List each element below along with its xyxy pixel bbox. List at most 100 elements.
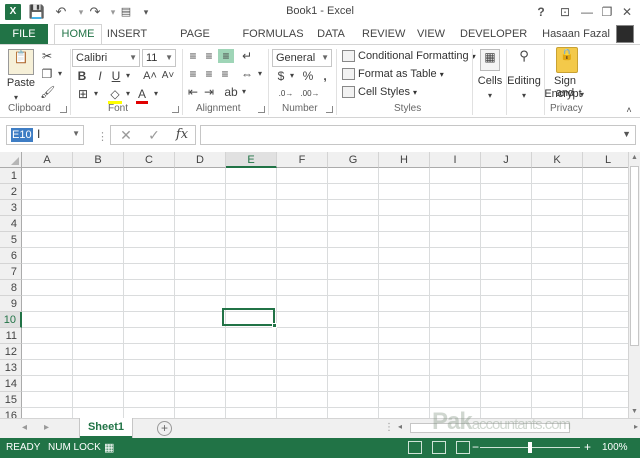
cut-icon[interactable]: ✂ <box>40 49 54 63</box>
row-header-8[interactable]: 8 <box>0 280 22 296</box>
top-align-icon[interactable]: ≡ <box>186 49 200 63</box>
vertical-scroll-thumb[interactable] <box>630 166 639 346</box>
orientation-icon[interactable]: ab <box>224 85 238 99</box>
editing-dropdown-icon[interactable]: ▾ <box>520 89 528 103</box>
zoom-in-button[interactable]: + <box>584 440 591 454</box>
borders-dropdown-icon[interactable]: ▾ <box>92 87 100 101</box>
decrease-decimal-icon[interactable]: .00→ <box>300 87 320 101</box>
column-header-a[interactable]: A <box>22 152 73 168</box>
column-header-i[interactable]: I <box>430 152 481 168</box>
increase-indent-icon[interactable]: ⇥ <box>202 85 216 99</box>
number-format-select[interactable]: General ▼ <box>272 49 332 67</box>
fill-handle[interactable] <box>272 323 277 328</box>
column-header-g[interactable]: G <box>328 152 379 168</box>
minimize-icon[interactable]: — <box>578 3 596 21</box>
scroll-down-icon[interactable]: ▼ <box>629 406 640 418</box>
cells-button[interactable]: Cells <box>476 75 504 87</box>
grow-font-button[interactable]: A˄ <box>142 69 158 83</box>
currency-dropdown-icon[interactable]: ▾ <box>288 69 296 83</box>
zoom-level[interactable]: 100% <box>602 442 628 453</box>
tab-file[interactable]: FILE <box>0 24 48 44</box>
insert-function-icon[interactable]: fx <box>169 126 195 144</box>
comma-button[interactable]: , <box>320 69 330 83</box>
normal-view-icon[interactable] <box>408 441 422 454</box>
scroll-left-icon[interactable]: ◂ <box>398 422 402 431</box>
row-header-1[interactable]: 1 <box>0 168 22 184</box>
currency-button[interactable]: $ <box>276 69 286 83</box>
bold-button[interactable]: B <box>76 69 88 83</box>
avatar[interactable] <box>616 25 634 43</box>
bottom-align-icon[interactable]: ≡ <box>218 49 234 63</box>
row-header-9[interactable]: 9 <box>0 296 22 312</box>
paste-icon[interactable]: 📋 <box>8 49 34 75</box>
row-header-2[interactable]: 2 <box>0 184 22 200</box>
enter-entry-icon[interactable]: ✓ <box>141 126 167 144</box>
tab-page-layout[interactable]: PAGE LAYOUT <box>158 24 232 60</box>
formula-input[interactable]: ▼ <box>200 125 636 145</box>
macro-record-icon[interactable]: ▦ <box>104 441 114 454</box>
sign-encrypt-line2[interactable]: Encrypt <box>544 88 582 100</box>
row-header-6[interactable]: 6 <box>0 248 22 264</box>
sheet-tab[interactable]: Sheet1 <box>80 418 132 438</box>
row-header-5[interactable]: 5 <box>0 232 22 248</box>
align-right-icon[interactable]: ≡ <box>218 67 232 81</box>
format-as-table-button[interactable]: Format as Table ▾ <box>342 66 444 82</box>
align-left-icon[interactable]: ≡ <box>186 67 200 81</box>
tab-formulas[interactable]: FORMULAS <box>242 24 304 44</box>
column-header-b[interactable]: B <box>73 152 124 168</box>
formula-bar-grip-icon[interactable]: ⋮ <box>97 130 108 143</box>
tab-view[interactable]: VIEW <box>416 24 446 44</box>
ribbon-display-options-icon[interactable]: ⊡ <box>556 3 574 21</box>
font-dialog-launcher-icon[interactable] <box>172 106 179 113</box>
conditional-formatting-button[interactable]: Conditional Formatting ▾ <box>342 48 476 64</box>
user-name[interactable]: Hasaan Fazal <box>542 24 610 44</box>
column-header-l[interactable]: L <box>583 152 628 168</box>
align-center-icon[interactable]: ≡ <box>202 67 216 81</box>
tab-review[interactable]: REVIEW <box>362 24 405 44</box>
underline-dropdown-icon[interactable]: ▾ <box>124 69 132 83</box>
vertical-scrollbar[interactable]: ▲ ▼ <box>628 152 640 418</box>
row-header-3[interactable]: 3 <box>0 200 22 216</box>
row-header-7[interactable]: 7 <box>0 264 22 280</box>
sign-encrypt-icon[interactable]: 🔒 <box>556 47 578 73</box>
copy-icon[interactable]: ❐ <box>40 67 54 81</box>
expand-formula-bar-icon[interactable]: ▼ <box>622 129 631 139</box>
percent-button[interactable]: % <box>302 69 314 83</box>
clipboard-dialog-launcher-icon[interactable] <box>60 106 67 113</box>
row-header-4[interactable]: 4 <box>0 216 22 232</box>
scroll-right-icon[interactable]: ▸ <box>634 422 638 431</box>
collapse-ribbon-icon[interactable]: ˄ <box>624 103 634 117</box>
copy-dropdown-icon[interactable]: ▾ <box>56 67 64 81</box>
cancel-entry-icon[interactable]: ✕ <box>113 126 139 144</box>
middle-align-icon[interactable]: ≡ <box>202 49 216 63</box>
column-header-f[interactable]: F <box>277 152 328 168</box>
fill-color-icon[interactable]: ◇ <box>108 87 122 104</box>
format-painter-icon[interactable]: 🖌 <box>40 85 55 99</box>
column-header-d[interactable]: D <box>175 152 226 168</box>
tab-insert[interactable]: INSERT <box>106 24 148 44</box>
cell-styles-button[interactable]: Cell Styles ▾ <box>342 84 417 100</box>
help-icon[interactable]: ? <box>532 3 550 21</box>
increase-decimal-icon[interactable]: .0→ <box>276 87 296 101</box>
wrap-text-icon[interactable]: ↵ <box>240 49 254 63</box>
restore-icon[interactable]: ❐ <box>598 3 616 21</box>
cell-area[interactable] <box>22 168 628 418</box>
column-header-e[interactable]: E <box>226 152 277 168</box>
row-header-14[interactable]: 14 <box>0 376 22 392</box>
page-break-view-icon[interactable] <box>456 441 470 454</box>
column-header-k[interactable]: K <box>532 152 583 168</box>
row-header-11[interactable]: 11 <box>0 328 22 344</box>
fill-color-dropdown-icon[interactable]: ▾ <box>124 87 132 101</box>
font-size-select[interactable]: 11 ▼ <box>142 49 176 67</box>
name-box[interactable]: E10 I ▼ <box>6 125 84 145</box>
paste-button[interactable]: Paste <box>6 77 36 89</box>
underline-button[interactable]: U <box>110 69 122 83</box>
orientation-dropdown-icon[interactable]: ▾ <box>240 85 248 99</box>
active-cell[interactable] <box>222 308 277 328</box>
binoculars-icon[interactable]: ⚲ <box>514 49 534 71</box>
decrease-indent-icon[interactable]: ⇤ <box>186 85 200 99</box>
select-all-button[interactable] <box>0 152 22 168</box>
alignment-dialog-launcher-icon[interactable] <box>258 106 265 113</box>
row-header-15[interactable]: 15 <box>0 392 22 408</box>
font-color-dropdown-icon[interactable]: ▾ <box>152 87 160 101</box>
